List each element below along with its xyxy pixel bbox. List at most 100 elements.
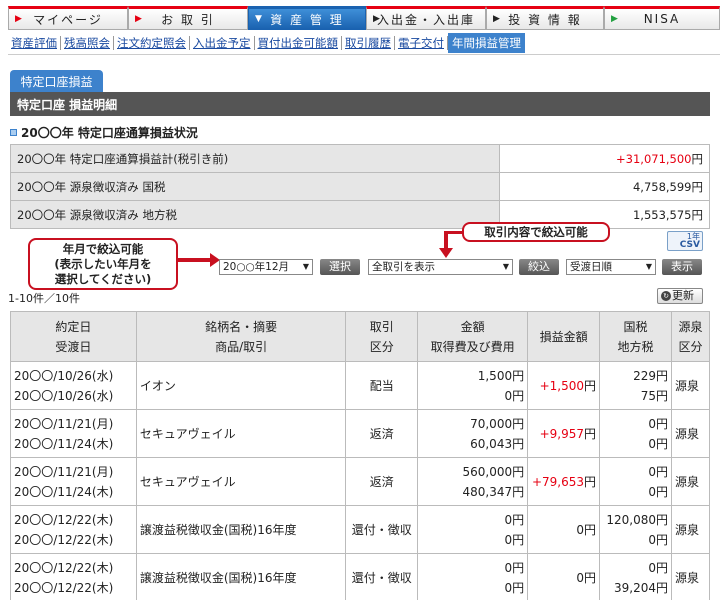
col-header-dates: 約定日 受渡日 bbox=[10, 311, 137, 362]
cell-trade-type: 還付・徴収 bbox=[345, 553, 419, 600]
subnav-electronic-delivery[interactable]: 電子交付 bbox=[395, 35, 448, 50]
triangle-down-icon: ▼ bbox=[255, 14, 262, 24]
tab-trade[interactable]: ▶ お 取 引 bbox=[128, 6, 248, 30]
summary-label: 20〇〇年 特定口座通算損益計(税引き前) bbox=[10, 144, 500, 173]
cell-name: セキュアヴェイル bbox=[135, 409, 347, 458]
table-row: 20〇〇/10/26(水) 20〇〇/10/26(水) イオン 配当 1,500円… bbox=[10, 361, 710, 410]
cell-tax: 0円 0円 bbox=[599, 409, 672, 458]
triangle-right-icon: ▶ bbox=[135, 14, 142, 24]
subnav-buying-power[interactable]: 買付出金可能額 bbox=[255, 35, 342, 50]
cell-name: 譲渡益税徴収金(国税)16年度 bbox=[135, 505, 347, 554]
caret-down-icon: ▼ bbox=[502, 262, 509, 271]
cell-trade-type: 返済 bbox=[345, 457, 419, 506]
cell-trade-type: 還付・徴収 bbox=[345, 505, 419, 554]
tab-mypage[interactable]: ▶ マイページ bbox=[8, 6, 128, 30]
sort-order-select[interactable]: 受渡日順 ▼ bbox=[566, 259, 656, 275]
summary-label: 20〇〇年 源泉徴収済み 地方税 bbox=[10, 200, 500, 229]
cell-pl: 0円 bbox=[527, 505, 601, 554]
table-header-row: 約定日 受渡日 銘柄名・摘要 商品/取引 取引 区分 金額 取得費及び費用 損益金額 国… bbox=[10, 311, 710, 362]
cell-amount: 560,000円 480,347円 bbox=[417, 457, 529, 506]
refresh-button[interactable]: ↻ 更新 bbox=[657, 288, 703, 304]
cell-dates: 20〇〇/12/22(木) 20〇〇/12/22(木) bbox=[10, 505, 137, 554]
cell-tax: 229円 75円 bbox=[599, 361, 672, 410]
refresh-icon: ↻ bbox=[661, 291, 671, 301]
triangle-right-icon: ▶ bbox=[611, 14, 618, 24]
cell-tax: 120,080円 0円 bbox=[599, 505, 672, 554]
tab-asset-management[interactable]: ▼ 資 産 管 理 bbox=[248, 6, 366, 30]
subnav-annual-pl[interactable]: 年間損益管理 bbox=[448, 32, 525, 53]
subnav-asset-evaluation[interactable]: 資産評価 bbox=[8, 35, 61, 50]
csv-download-icon[interactable]: 1年 CSV bbox=[667, 231, 703, 251]
subnav-balance-inquiry[interactable]: 残高照会 bbox=[61, 35, 114, 50]
summary-label: 20〇〇年 源泉徴収済み 国税 bbox=[10, 172, 500, 201]
col-header-name: 銘柄名・摘要 商品/取引 bbox=[135, 311, 347, 362]
caret-down-icon: ▼ bbox=[645, 262, 652, 271]
panel-header: 特定口座 損益明細 bbox=[10, 92, 710, 116]
table-row: 20〇〇/12/22(木) 20〇〇/12/22(木) 譲渡益税徴収金(国税)16… bbox=[10, 505, 710, 554]
show-button[interactable]: 表示 bbox=[662, 259, 702, 275]
cell-pl: +1,500円 bbox=[527, 361, 601, 410]
caret-down-icon: ▼ bbox=[302, 262, 309, 271]
summary-row: 20〇〇年 源泉徴収済み 国税 4,758,599円 bbox=[10, 172, 710, 201]
result-count: 1-10件／10件 bbox=[8, 292, 80, 305]
cell-withholding: 源泉 bbox=[671, 457, 710, 506]
summary-row: 20〇〇年 特定口座通算損益計(税引き前) +31,071,500円 bbox=[10, 144, 710, 173]
sub-nav: 資産評価 残高照会 注文約定照会 入出金予定 買付出金可能額 取引履歴 電子交付… bbox=[8, 31, 720, 55]
table-row: 20〇〇/12/22(木) 20〇〇/12/22(木) 譲渡益税徴収金(国税)16… bbox=[10, 553, 710, 600]
cell-trade-type: 返済 bbox=[345, 409, 419, 458]
callout-trade-filter: 取引内容で絞込可能 bbox=[462, 222, 610, 242]
top-nav: ▶ マイページ ▶ お 取 引 ▼ 資 産 管 理 ▶ 入出金・入出庫 ▶ 投 … bbox=[8, 6, 720, 30]
pl-detail-table: 約定日 受渡日 銘柄名・摘要 商品/取引 取引 区分 金額 取得費及び費用 損益金額 国… bbox=[10, 311, 710, 600]
year-month-select[interactable]: 20○○年12月 ▼ bbox=[219, 259, 313, 275]
tab-specific-account-pl[interactable]: 特定口座損益 bbox=[10, 70, 103, 92]
summary-value: +31,071,500円 bbox=[499, 144, 710, 173]
triangle-right-icon: ▶ bbox=[373, 14, 380, 24]
table-row: 20〇〇/11/21(月) 20〇〇/11/24(木) セキュアヴェイル 返済 7… bbox=[10, 409, 710, 458]
col-header-trade-type: 取引 区分 bbox=[345, 311, 419, 362]
cell-dates: 20〇〇/12/22(木) 20〇〇/12/22(木) bbox=[10, 553, 137, 600]
cell-name: 譲渡益税徴収金(国税)16年度 bbox=[135, 553, 347, 600]
tab-nisa[interactable]: ▶ NISA bbox=[604, 6, 720, 30]
triangle-right-icon: ▶ bbox=[15, 14, 22, 24]
cell-dates: 20〇〇/10/26(水) 20〇〇/10/26(水) bbox=[10, 361, 137, 410]
cell-dates: 20〇〇/11/21(月) 20〇〇/11/24(木) bbox=[10, 409, 137, 458]
cell-amount: 0円 0円 bbox=[417, 505, 529, 554]
summary-value: 4,758,599円 bbox=[499, 172, 710, 201]
subnav-trade-history[interactable]: 取引履歴 bbox=[342, 35, 395, 50]
tab-investment-info[interactable]: ▶ 投 資 情 報 bbox=[486, 6, 604, 30]
cell-dates: 20〇〇/11/21(月) 20〇〇/11/24(木) bbox=[10, 457, 137, 506]
summary-table: 20〇〇年 特定口座通算損益計(税引き前) +31,071,500円 20〇〇年… bbox=[10, 144, 710, 229]
select-button[interactable]: 選択 bbox=[320, 259, 360, 275]
tab-deposit-withdrawal[interactable]: ▶ 入出金・入出庫 bbox=[366, 6, 486, 30]
cell-trade-type: 配当 bbox=[345, 361, 419, 410]
cell-withholding: 源泉 bbox=[671, 361, 710, 410]
cell-pl: +9,957円 bbox=[527, 409, 601, 458]
col-header-amount: 金額 取得費及び費用 bbox=[417, 311, 529, 362]
cell-pl: +79,653円 bbox=[527, 457, 601, 506]
trade-type-select[interactable]: 全取引を表示 ▼ bbox=[368, 259, 513, 275]
filter-button[interactable]: 絞込 bbox=[519, 259, 559, 275]
cell-amount: 1,500円 0円 bbox=[417, 361, 529, 410]
cell-tax: 0円 0円 bbox=[599, 457, 672, 506]
cell-pl: 0円 bbox=[527, 553, 601, 600]
callout-month-filter: 年月で絞込可能 (表示したい年月を 選択してください) bbox=[28, 238, 178, 290]
cell-withholding: 源泉 bbox=[671, 505, 710, 554]
subnav-order-inquiry[interactable]: 注文約定照会 bbox=[114, 35, 190, 50]
cell-amount: 0円 0円 bbox=[417, 553, 529, 600]
table-row: 20〇〇/11/21(月) 20〇〇/11/24(木) セキュアヴェイル 返済 5… bbox=[10, 457, 710, 506]
cell-withholding: 源泉 bbox=[671, 553, 710, 600]
cell-name: イオン bbox=[135, 361, 347, 410]
col-header-pl: 損益金額 bbox=[527, 311, 601, 362]
arrow-right-icon bbox=[178, 253, 220, 267]
cell-withholding: 源泉 bbox=[671, 409, 710, 458]
triangle-right-icon: ▶ bbox=[493, 14, 500, 24]
col-header-tax: 国税 地方税 bbox=[599, 311, 672, 362]
cell-tax: 0円 39,204円 bbox=[599, 553, 672, 600]
square-bullet-icon bbox=[10, 129, 17, 136]
cell-name: セキュアヴェイル bbox=[135, 457, 347, 506]
summary-title: 20〇〇年 特定口座通算損益状況 bbox=[10, 124, 198, 141]
arrow-down-icon bbox=[439, 231, 453, 258]
subnav-deposit-schedule[interactable]: 入出金予定 bbox=[190, 35, 255, 50]
col-header-withholding: 源泉 区分 bbox=[671, 311, 710, 362]
cell-amount: 70,000円 60,043円 bbox=[417, 409, 529, 458]
